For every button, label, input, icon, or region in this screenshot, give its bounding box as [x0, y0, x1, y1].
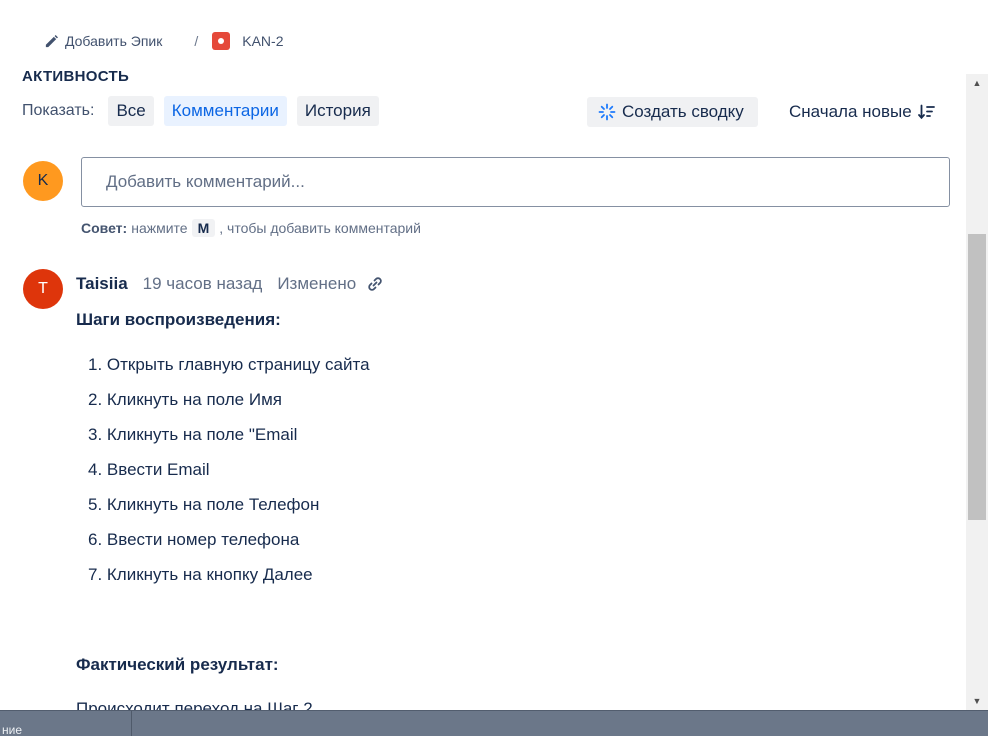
list-item: 3. Кликнуть на поле "Email	[88, 425, 298, 444]
sort-icon	[917, 104, 935, 120]
tip-text-after: , чтобы добавить комментарий	[219, 220, 421, 236]
actual-result-heading: Фактический результат:	[76, 655, 279, 674]
tip-text-before: нажмите	[131, 220, 188, 236]
steps-heading: Шаги воспроизведения:	[76, 310, 281, 329]
activity-panel: Активность Показать: Все Комментарии Ист…	[0, 60, 966, 710]
filter-comments-button[interactable]: Комментарии	[163, 96, 287, 126]
link-icon[interactable]	[366, 275, 384, 293]
add-epic-link[interactable]: Добавить Эпик	[44, 33, 162, 49]
create-summary-label: Создать сводку	[622, 102, 744, 121]
comment-meta: Taisiia 19 часов назад Изменено	[76, 274, 384, 294]
actual-result-text: Происходит переход на Шаг 2	[76, 699, 313, 710]
issue-key-label: KAN-2	[242, 33, 284, 49]
vertical-scrollbar[interactable]: ▲ ▼	[966, 74, 988, 710]
pencil-icon	[45, 34, 58, 47]
add-epic-label: Добавить Эпик	[65, 33, 163, 49]
comment-tip: Совет: нажмите M , чтобы добавить коммен…	[81, 219, 421, 237]
comment-timestamp[interactable]: 19 часов назад	[143, 274, 263, 294]
scrollbar-thumb[interactable]	[968, 234, 986, 520]
list-item: 4. Ввести Email	[88, 460, 210, 479]
current-user-avatar[interactable]: K	[23, 161, 63, 201]
taskbar-item[interactable]: ние	[0, 711, 132, 736]
steps-list: 1. Открыть главную страницу сайта 2. Кли…	[88, 354, 370, 599]
activity-filter-row: Показать: Все Комментарии История	[22, 96, 389, 126]
list-item: 1. Открыть главную страницу сайта	[88, 355, 370, 374]
list-item: 7. Кликнуть на кнопку Далее	[88, 565, 313, 584]
filter-all-button[interactable]: Все	[108, 96, 154, 126]
create-summary-button[interactable]: Создать сводку	[587, 97, 758, 127]
taskbar-item-label: ние	[2, 723, 23, 736]
taskbar: ние	[0, 710, 988, 736]
scroll-up-arrow-icon[interactable]: ▲	[966, 74, 988, 92]
comment-author-avatar[interactable]: T	[23, 269, 63, 309]
bug-icon	[212, 32, 231, 50]
filter-history-button[interactable]: История	[296, 96, 379, 126]
tip-label: Совет:	[81, 220, 128, 236]
activity-title: Активность	[22, 68, 130, 85]
tip-shortcut-key: M	[191, 219, 216, 237]
list-item: 2. Кликнуть на поле Имя	[88, 390, 282, 409]
add-comment-input[interactable]: Добавить комментарий...	[81, 157, 950, 207]
list-item: 5. Кликнуть на поле Телефон	[88, 495, 320, 514]
sort-order-label: Сначала новые	[789, 102, 912, 121]
issue-key-link[interactable]: KAN-2	[212, 32, 283, 50]
sparkle-icon	[598, 103, 616, 121]
scroll-down-arrow-icon[interactable]: ▼	[966, 692, 988, 710]
breadcrumb-separator: /	[194, 33, 199, 49]
show-label: Показать:	[22, 102, 95, 119]
breadcrumb: Добавить Эпик / KAN-2	[44, 31, 283, 51]
comment-edited-label: Изменено	[277, 274, 357, 293]
comment-author-name[interactable]: Taisiia	[76, 274, 128, 294]
sort-order-button[interactable]: Сначала новые	[789, 97, 935, 127]
list-item: 6. Ввести номер телефона	[88, 530, 300, 549]
